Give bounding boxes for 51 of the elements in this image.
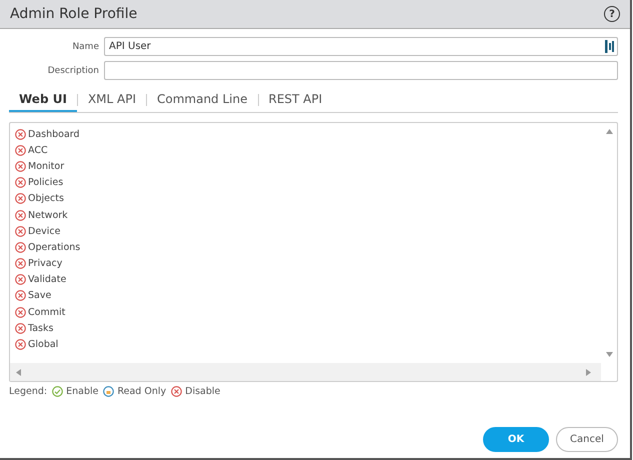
cross-circle-icon[interactable] <box>15 128 26 140</box>
horizontal-scrollbar[interactable] <box>10 363 601 381</box>
permission-label: Monitor <box>28 160 64 172</box>
cross-circle-icon[interactable] <box>15 290 26 302</box>
cross-circle-icon[interactable] <box>15 322 26 334</box>
permission-label: Operations <box>28 242 80 253</box>
check-icon <box>52 386 64 397</box>
tab[interactable]: XML API <box>78 88 146 112</box>
permission-label: Tasks <box>28 322 54 334</box>
cross-circle-icon <box>171 386 182 397</box>
permission-label: Dashboard <box>28 128 80 140</box>
permission-label: Validate <box>28 274 66 286</box>
tab[interactable]: REST API <box>258 88 332 112</box>
legend-item: Disable <box>185 386 220 397</box>
cross-circle-icon[interactable] <box>15 193 26 204</box>
scroll-right-icon[interactable] <box>586 368 591 376</box>
scroll-down-icon[interactable] <box>606 352 612 357</box>
help-button[interactable]: ? <box>604 6 620 22</box>
window-title: Admin Role Profile <box>10 6 138 22</box>
tab[interactable]: Web UI <box>9 88 77 112</box>
description-field[interactable] <box>104 61 618 80</box>
cancel-button[interactable]: Cancel <box>556 427 618 452</box>
field-label: Name <box>71 42 99 52</box>
legend-label: Legend: <box>9 386 48 397</box>
permission-label: Commit <box>28 306 66 318</box>
permission-label: Device <box>28 226 60 237</box>
cross-circle-icon[interactable] <box>15 242 26 253</box>
tab[interactable]: Command Line <box>147 88 258 112</box>
field-label: Description <box>46 66 99 76</box>
cross-circle-icon[interactable] <box>15 210 26 221</box>
cross-circle-icon[interactable] <box>15 144 26 156</box>
cross-circle-icon[interactable] <box>15 177 26 188</box>
cross-circle-icon[interactable] <box>15 160 26 172</box>
scroll-left-icon[interactable] <box>16 368 21 376</box>
legend-item: Read Only <box>117 386 166 397</box>
permission-label: Global <box>28 339 58 350</box>
cross-circle-icon[interactable] <box>15 226 26 237</box>
name-field[interactable]: API User <box>104 37 618 56</box>
autofill-icon[interactable] <box>605 40 614 53</box>
permission-label: Network <box>28 210 68 221</box>
scroll-up-icon[interactable] <box>606 129 612 134</box>
permission-label: Policies <box>28 177 64 188</box>
cross-circle-icon[interactable] <box>15 258 26 270</box>
cross-circle-icon[interactable] <box>15 306 26 318</box>
permission-label: Objects <box>28 193 64 204</box>
cross-circle-icon[interactable] <box>15 339 26 350</box>
cross-circle-icon[interactable] <box>15 274 26 286</box>
permission-label: Save <box>28 290 52 302</box>
permission-label: Privacy <box>28 258 62 270</box>
legend-item: Enable <box>66 386 98 397</box>
permission-label: ACC <box>28 144 48 156</box>
